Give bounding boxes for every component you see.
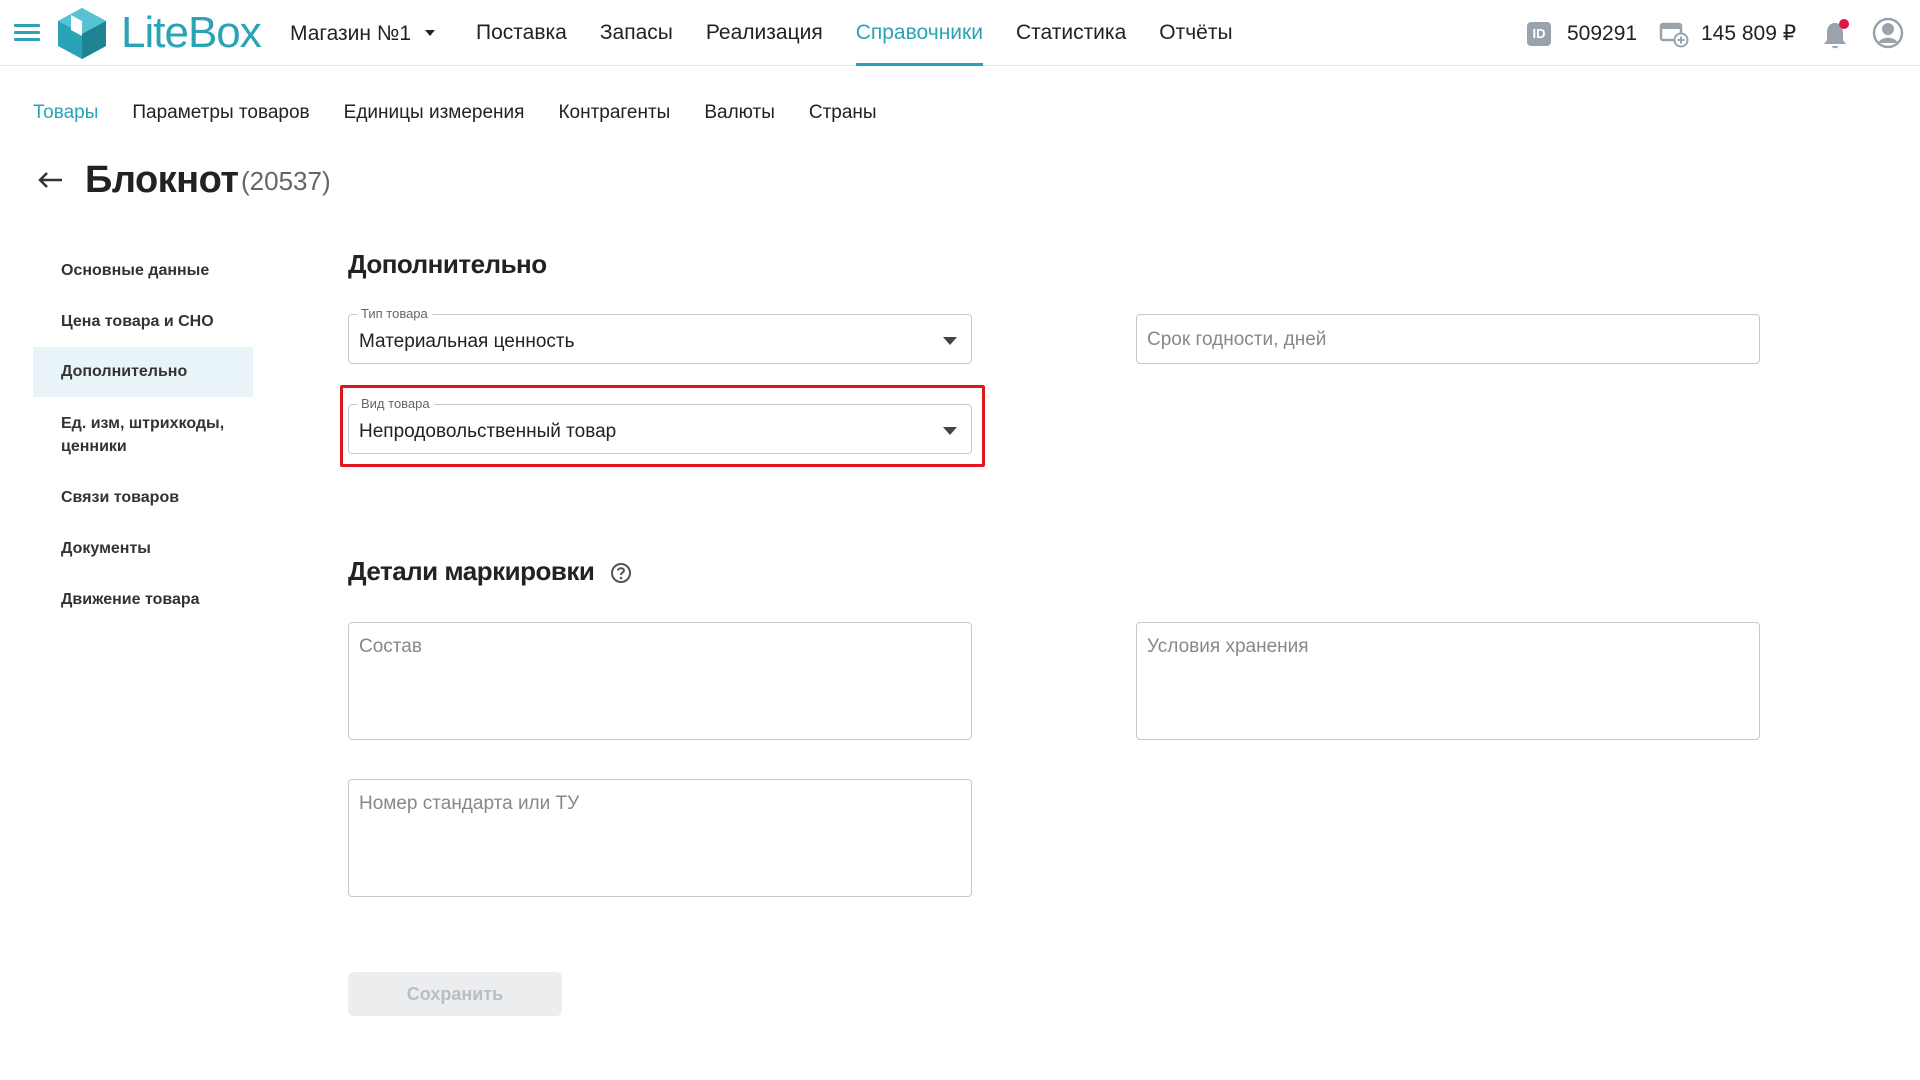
subnav-item-countries[interactable]: Страны [809, 99, 877, 127]
storage-placeholder: Условия хранения [1147, 636, 1309, 657]
sub-nav: Товары Параметры товаров Единицы измерен… [33, 99, 911, 127]
section-title-marking: Детали маркировки [348, 556, 595, 586]
storage-conditions-textarea[interactable]: Условия хранения [1136, 622, 1760, 740]
page-title: Блокнот [85, 159, 239, 201]
side-item-price[interactable]: Цена товара и СНО [33, 310, 253, 333]
composition-placeholder: Состав [359, 636, 422, 657]
side-item-main-data[interactable]: Основные данные [33, 259, 253, 282]
product-type-value: Материальная ценность [359, 331, 575, 352]
bell-icon[interactable] [1822, 18, 1850, 50]
nav-item-references[interactable]: Справочники [855, 0, 984, 66]
product-type-label: Тип товара [357, 306, 432, 322]
store-selector[interactable]: Магазин №1 [290, 20, 436, 48]
chevron-down-icon [425, 30, 436, 36]
nav-item-sales[interactable]: Реализация [706, 0, 823, 66]
top-bar: LiteBox Магазин №1 Поставка Запасы Реали… [0, 0, 1920, 66]
product-kind-select[interactable]: Вид товара Непродовольственный товар [348, 396, 972, 454]
standard-placeholder: Номер стандарта или ТУ [359, 793, 580, 814]
main-nav: Поставка Запасы Реализация Справочники С… [476, 0, 1266, 66]
side-item-documents[interactable]: Документы [33, 537, 253, 560]
side-item-units-barcodes[interactable]: Ед. изм, штрихкоды, ценники [33, 412, 253, 458]
standard-number-textarea[interactable]: Номер стандарта или ТУ [348, 779, 972, 897]
shelf-life-input[interactable]: Срок годности, дней [1136, 314, 1760, 364]
litebox-logo[interactable] [54, 6, 110, 60]
side-item-movement[interactable]: Движение товара [33, 588, 253, 611]
product-type-select[interactable]: Тип товара Материальная ценность [348, 306, 972, 364]
nav-item-supply[interactable]: Поставка [476, 0, 567, 66]
balance[interactable]: 145 809 ₽ [1701, 20, 1796, 48]
product-code: (20537) [241, 166, 331, 196]
side-item-additional[interactable]: Дополнительно [33, 347, 253, 397]
menu-icon[interactable] [14, 24, 40, 42]
store-name: Магазин №1 [290, 22, 412, 45]
wallet-icon [1659, 22, 1689, 48]
product-kind-value: Непродовольственный товар [359, 421, 617, 442]
composition-textarea[interactable]: Состав [348, 622, 972, 740]
subnav-item-currencies[interactable]: Валюты [704, 99, 775, 127]
subnav-item-units[interactable]: Единицы измерения [344, 99, 525, 127]
subnav-item-counterparties[interactable]: Контрагенты [558, 99, 670, 127]
account-id: 509291 [1567, 22, 1638, 45]
nav-item-reports[interactable]: Отчёты [1159, 0, 1232, 66]
shelf-life-placeholder: Срок годности, дней [1147, 329, 1327, 350]
back-arrow-icon[interactable] [36, 166, 64, 194]
product-kind-label: Вид товара [357, 396, 434, 412]
nav-item-stock[interactable]: Запасы [600, 0, 673, 66]
id-icon: ID [1527, 22, 1551, 46]
dropdown-arrow-icon[interactable] [943, 337, 957, 345]
dropdown-arrow-icon[interactable] [943, 427, 957, 435]
nav-item-statistics[interactable]: Статистика [1016, 0, 1126, 66]
section-title-additional: Дополнительно [348, 249, 547, 279]
help-icon[interactable] [610, 562, 632, 584]
side-item-links[interactable]: Связи товаров [33, 486, 253, 509]
subnav-item-products[interactable]: Товары [33, 99, 98, 127]
user-icon[interactable] [1872, 17, 1904, 49]
save-button[interactable]: Сохранить [348, 972, 562, 1016]
brand-name[interactable]: LiteBox [121, 6, 262, 60]
subnav-item-product-params[interactable]: Параметры товаров [132, 99, 309, 127]
